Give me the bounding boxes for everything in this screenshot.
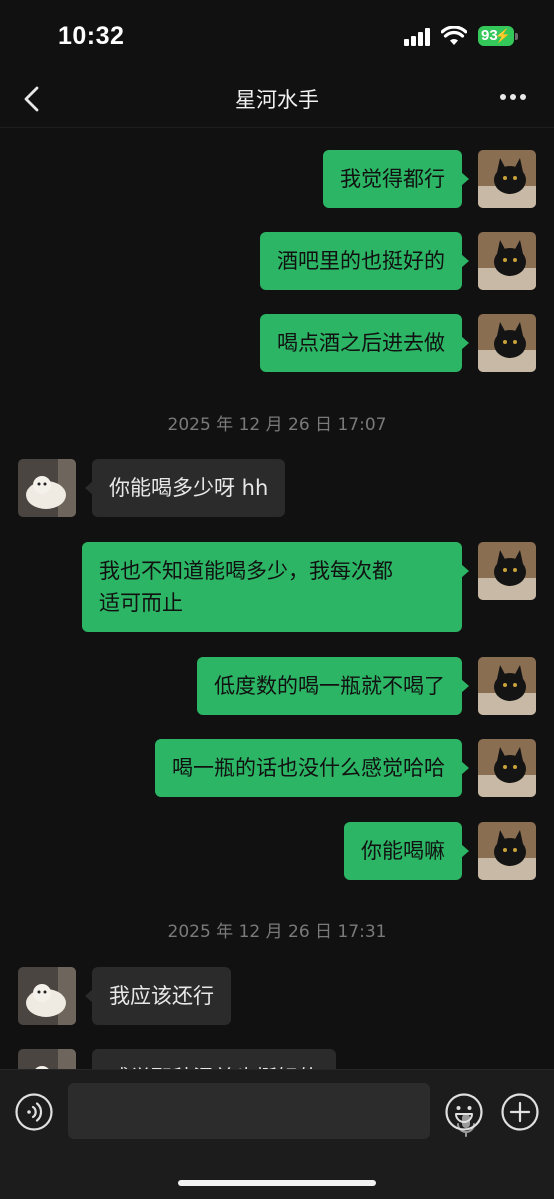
message-bubble-outgoing[interactable]: 喝点酒之后进去做 [260, 314, 469, 372]
charging-bolt-icon: ⚡ [494, 28, 511, 43]
battery-tip [515, 33, 518, 40]
home-indicator[interactable] [178, 1180, 376, 1186]
message-bubble-outgoing[interactable]: 我也不知道能喝多少，我每次都 适可而止 [82, 542, 469, 632]
my-avatar[interactable] [478, 314, 536, 372]
message-bubble-incoming[interactable]: 感觉那种混兑也挺好的 [92, 1049, 336, 1069]
contact-avatar[interactable] [18, 1049, 76, 1069]
message-bubble-outgoing[interactable]: 我觉得都行 [323, 150, 469, 208]
message-bubble-outgoing[interactable]: 低度数的喝一瓶就不喝了 [197, 657, 469, 715]
message-timestamp: 2025 年 12 月 26 日 17:07 [167, 415, 387, 435]
chat-input-bar [0, 1069, 554, 1199]
my-avatar[interactable] [478, 150, 536, 208]
cellular-signal-icon [404, 28, 434, 46]
message-bubble-outgoing[interactable]: 酒吧里的也挺好的 [260, 232, 469, 290]
more-icon[interactable] [500, 94, 528, 102]
my-avatar[interactable] [478, 232, 536, 290]
message-list[interactable]: 我觉得都行 酒吧里的也挺好的 喝点酒之后进去做 2025 年 12 月 26 日… [0, 129, 554, 1069]
my-avatar[interactable] [478, 542, 536, 600]
my-avatar[interactable] [478, 739, 536, 797]
contact-avatar[interactable] [18, 459, 76, 517]
message-bubble-outgoing[interactable]: 喝一瓶的话也没什么感觉哈哈 [155, 739, 469, 797]
chat-header: 星河水手 [0, 70, 554, 128]
chat-title: 星河水手 [235, 88, 319, 112]
plus-icon[interactable] [500, 1092, 540, 1132]
status-time: 10:32 [58, 22, 125, 50]
contact-avatar[interactable] [18, 967, 76, 1025]
my-avatar[interactable] [478, 822, 536, 880]
my-avatar[interactable] [478, 657, 536, 715]
voice-icon[interactable] [14, 1092, 54, 1132]
message-bubble-outgoing[interactable]: 你能喝嘛 [344, 822, 469, 880]
message-bubble-incoming[interactable]: 我应该还行 [85, 967, 231, 1025]
status-bar: 10:32 93 ⚡ [0, 0, 554, 70]
message-bubble-incoming[interactable]: 你能喝多少呀 hh [84, 459, 286, 517]
message-input[interactable] [68, 1083, 475, 1139]
emoji-icon[interactable] [444, 1092, 484, 1132]
wifi-icon [441, 26, 467, 45]
battery-indicator: 93 ⚡ [478, 26, 514, 46]
message-timestamp: 2025 年 12 月 26 日 17:31 [167, 922, 387, 942]
